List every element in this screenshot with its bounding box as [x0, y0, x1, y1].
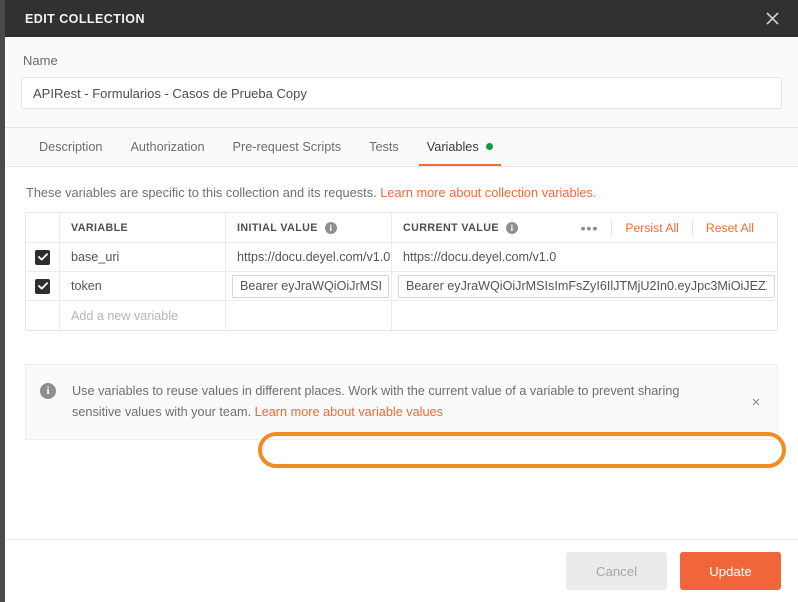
current-value-token: Bearer eyJraWQiOiJrMSIsImFsZyI6IlJTMjU2I… [406, 279, 767, 293]
new-row-checkbox-cell [26, 301, 60, 330]
table-row: base_uri https://docu.deyel.com/v1.0 htt… [26, 243, 777, 272]
row-initial-value-cell[interactable]: Bearer eyJraWQiOiJrMSIsIn [226, 272, 392, 300]
more-options-icon[interactable]: ••• [568, 221, 612, 235]
current-value-info-icon[interactable]: i [505, 221, 518, 234]
name-label: Name [23, 53, 58, 68]
new-row-variable-cell[interactable]: Add a new variable [60, 301, 226, 330]
header-current-value-label: CURRENT VALUE [403, 221, 499, 234]
variables-table-header: VARIABLE INITIAL VALUE i CURRENT VALUE i… [26, 213, 777, 243]
initial-value-token: Bearer eyJraWQiOiJrMSIsIn [240, 279, 381, 293]
tab-description-label: Description [39, 139, 103, 154]
unsaved-changes-dot-icon [485, 143, 493, 150]
persist-all-button[interactable]: Persist All [612, 221, 692, 235]
update-button[interactable]: Update [680, 552, 781, 590]
initial-value-token-input[interactable]: Bearer eyJraWQiOiJrMSIsIn [232, 274, 389, 298]
modal-footer: Cancel Update [5, 539, 798, 602]
edit-collection-modal: EDIT COLLECTION Name Description Authori… [5, 0, 798, 602]
row-initial-value-cell[interactable]: https://docu.deyel.com/v1.0 [226, 243, 392, 271]
tab-pre-request-scripts[interactable]: Pre-request Scripts [219, 127, 356, 166]
new-row-initial-value-cell[interactable] [226, 301, 392, 330]
edit-collection-modal-window: EDIT COLLECTION Name Description Authori… [0, 0, 798, 602]
tab-authorization-label: Authorization [130, 139, 205, 154]
variable-name-token: token [71, 279, 102, 293]
reset-all-button[interactable]: Reset All [693, 221, 767, 235]
tab-variables-label: Variables [426, 139, 479, 154]
current-value-token-input[interactable]: Bearer eyJraWQiOiJrMSIsImFsZyI6IlJTMjU2I… [398, 274, 775, 298]
row-checkbox-base-uri[interactable] [35, 249, 50, 265]
row-current-value-cell[interactable]: Bearer eyJraWQiOiJrMSIsImFsZyI6IlJTMjU2I… [392, 272, 777, 300]
tab-description[interactable]: Description [25, 127, 116, 166]
row-checkbox-token[interactable] [35, 278, 50, 294]
tab-tests[interactable]: Tests [355, 127, 413, 166]
table-row-new: Add a new variable [26, 301, 777, 330]
banner-message: Use variables to reuse values in differe… [56, 381, 747, 423]
new-row-current-value-cell[interactable] [392, 301, 777, 330]
initial-value-info-icon[interactable]: i [324, 221, 337, 234]
variables-description-text: These variables are specific to this col… [26, 185, 381, 200]
header-checkbox-cell [26, 213, 60, 242]
modal-titlebar: EDIT COLLECTION [5, 0, 798, 37]
tab-authorization[interactable]: Authorization [116, 127, 218, 166]
table-header-actions: ••• Persist All Reset All [518, 219, 777, 236]
tab-variables[interactable]: Variables [413, 127, 507, 166]
header-variable-label: VARIABLE [71, 221, 129, 234]
current-value-base-uri: https://docu.deyel.com/v1.0 [403, 250, 557, 264]
modal-title: EDIT COLLECTION [25, 11, 145, 26]
row-checkbox-cell [26, 272, 60, 300]
info-icon: i [40, 383, 56, 399]
name-section: Name [5, 37, 798, 128]
add-new-variable-placeholder: Add a new variable [71, 308, 179, 323]
initial-value-base-uri: https://docu.deyel.com/v1.0 [237, 250, 391, 264]
banner-close-icon[interactable]: × [747, 395, 765, 410]
header-initial-value-cell: INITIAL VALUE i [226, 213, 392, 242]
table-row: token Bearer eyJraWQiOiJrMSIsIn Bearer e… [26, 272, 777, 301]
collection-name-input[interactable] [21, 77, 782, 109]
variable-values-help-link[interactable]: Learn more about variable values [255, 405, 443, 419]
row-variable-cell[interactable]: base_uri [60, 243, 226, 271]
collection-variables-help-link[interactable]: Learn more about collection variables. [380, 185, 596, 200]
variables-table: VARIABLE INITIAL VALUE i CURRENT VALUE i… [25, 212, 778, 331]
variable-name-base-uri: base_uri [71, 250, 120, 264]
row-variable-cell[interactable]: token [60, 272, 226, 300]
modal-tabs: Description Authorization Pre-request Sc… [5, 128, 798, 167]
cancel-button[interactable]: Cancel [566, 552, 667, 590]
tab-pre-request-scripts-label: Pre-request Scripts [232, 139, 342, 154]
header-current-value-cell: CURRENT VALUE i ••• Persist All Reset Al… [392, 213, 777, 242]
header-initial-value-label: INITIAL VALUE [237, 221, 318, 234]
variables-description: These variables are specific to this col… [25, 167, 778, 212]
tab-tests-label: Tests [369, 139, 399, 154]
row-checkbox-cell [26, 243, 60, 271]
row-current-value-cell[interactable]: https://docu.deyel.com/v1.0 [392, 243, 777, 271]
variables-panel: These variables are specific to this col… [5, 167, 798, 539]
variable-values-info-banner: i Use variables to reuse values in diffe… [25, 364, 778, 440]
close-icon[interactable] [760, 7, 784, 31]
header-variable-cell: VARIABLE [60, 213, 226, 242]
